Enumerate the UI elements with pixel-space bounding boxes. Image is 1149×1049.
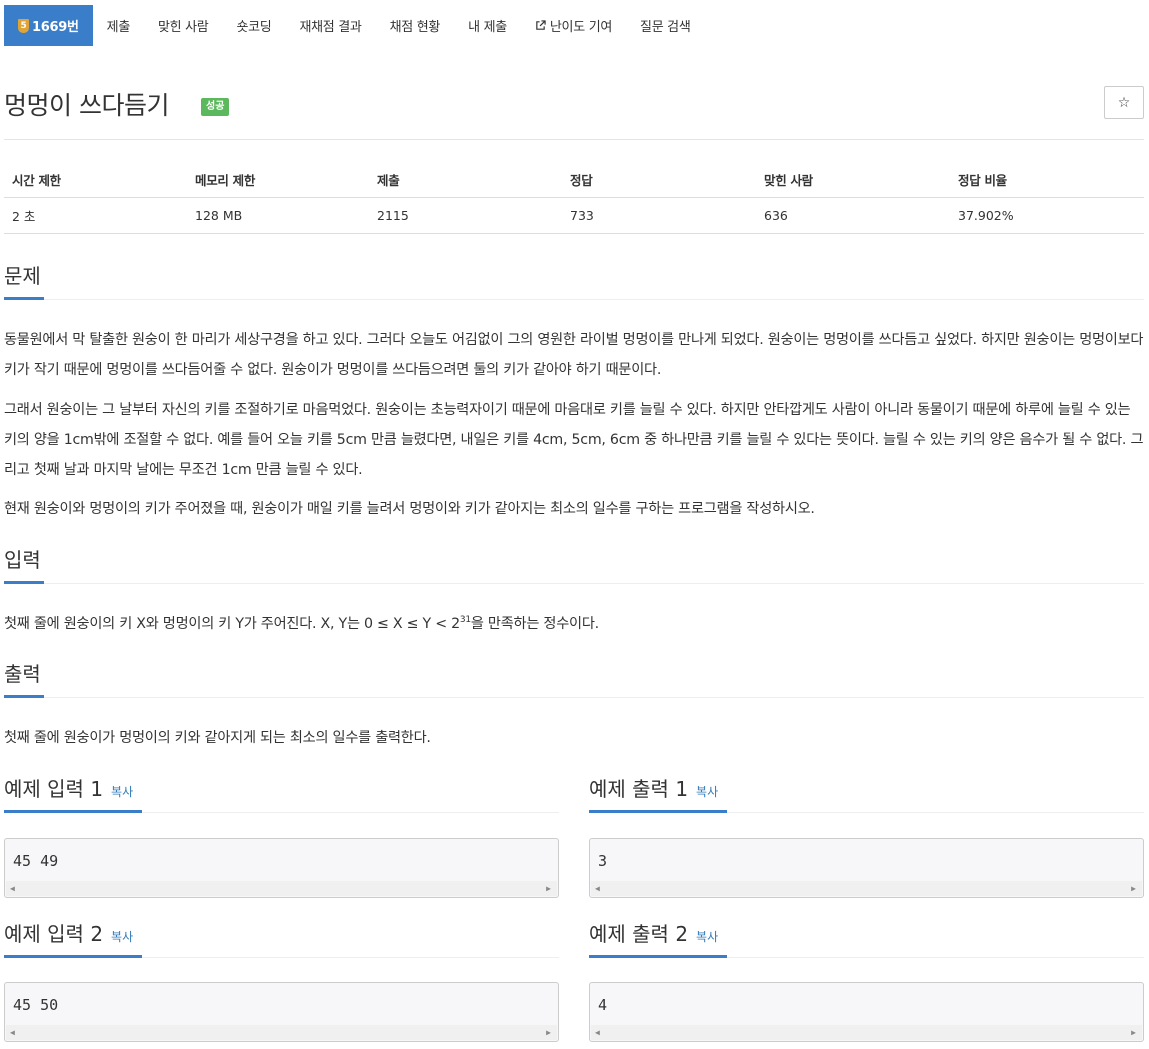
sample-output-2-header: 예제 출력 2 복사 <box>589 920 1144 958</box>
value-solved-users: 636 <box>756 197 950 234</box>
input-text-after: 을 만족하는 정수이다. <box>470 616 599 632</box>
tier-badge-icon: 5 <box>18 18 29 33</box>
copy-sample-input-2-button[interactable]: 복사 <box>111 930 133 944</box>
problem-nav-tabs: 5 1669번 제출 맞힌 사람 숏코딩 재채점 결과 채점 현황 내 제출 난… <box>4 5 1144 47</box>
tab-solved-users[interactable]: 맞힌 사람 <box>144 5 222 46</box>
header-submissions: 제출 <box>369 160 562 198</box>
scroll-left-icon[interactable]: ◀ <box>595 1028 600 1037</box>
sample-output-2-title: 예제 출력 2 <box>589 922 689 946</box>
problem-header: 멍멍이 쓰다듬기 성공 ☆ <box>4 84 1144 140</box>
input-text-before: 첫째 줄에 원숭이의 키 X와 멍멍이의 키 Y가 주어진다. X, Y는 0 … <box>4 616 460 632</box>
sample-output-1-code: 3 <box>598 852 608 870</box>
status-badge: 성공 <box>201 98 230 116</box>
scroll-right-icon[interactable]: ▶ <box>1131 884 1136 893</box>
tab-problem-number[interactable]: 5 1669번 <box>4 5 93 46</box>
sample-input-2-code: 45 50 <box>13 996 59 1014</box>
horizontal-scrollbar[interactable]: ◀ ▶ <box>591 881 1142 896</box>
sample-input-1-header: 예제 입력 1 복사 <box>4 775 559 813</box>
scroll-right-icon[interactable]: ▶ <box>546 1028 551 1037</box>
sample-input-1-title: 예제 입력 1 <box>4 777 104 801</box>
horizontal-scrollbar[interactable]: ◀ ▶ <box>6 1025 557 1040</box>
sample-output-2-title-wrap: 예제 출력 2 복사 <box>589 920 727 958</box>
problem-description-p2: 그래서 원숭이는 그 날부터 자신의 키를 조절하기로 마음먹었다. 원숭이는 … <box>4 402 1144 478</box>
tab-submit[interactable]: 제출 <box>93 5 144 46</box>
scroll-left-icon[interactable]: ◀ <box>595 884 600 893</box>
sample-input-2-title: 예제 입력 2 <box>4 922 104 946</box>
page-title: 멍멍이 쓰다듬기 <box>4 91 169 120</box>
copy-sample-output-1-button[interactable]: 복사 <box>696 785 718 799</box>
input-description: 첫째 줄에 원숭이의 키 X와 멍멍이의 키 Y가 주어진다. X, Y는 0 … <box>4 609 1144 639</box>
header-time-limit: 시간 제한 <box>4 160 187 198</box>
info-header-row: 시간 제한 메모리 제한 제출 정답 맞힌 사람 정답 비율 <box>4 160 1144 198</box>
tab-difficulty-label: 난이도 기여 <box>549 20 613 35</box>
scroll-right-icon[interactable]: ▶ <box>546 884 551 893</box>
problem-description-p1: 동물원에서 막 탈출한 원숭이 한 마리가 세상구경을 하고 있다. 그러다 오… <box>4 332 1144 378</box>
star-icon: ☆ <box>1117 94 1131 111</box>
sample-input-2-box[interactable]: 45 50 ◀ ▶ <box>4 982 559 1042</box>
header-accepted: 정답 <box>562 160 756 198</box>
value-accepted: 733 <box>562 197 756 234</box>
sample-input-1-title-wrap: 예제 입력 1 복사 <box>4 775 142 813</box>
tab-short-coding[interactable]: 숏코딩 <box>222 5 285 46</box>
tab-question-search[interactable]: 질문 검색 <box>626 5 704 46</box>
sample-output-2-code: 4 <box>598 996 608 1014</box>
problem-section-header: 문제 <box>4 262 1144 300</box>
header-solved-users: 맞힌 사람 <box>756 160 950 198</box>
sample-input-1-code: 45 49 <box>13 852 59 870</box>
sample-output-1-title: 예제 출력 1 <box>589 777 689 801</box>
horizontal-scrollbar[interactable]: ◀ ▶ <box>591 1025 1142 1040</box>
problem-info-table: 시간 제한 메모리 제한 제출 정답 맞힌 사람 정답 비율 2 초 128 M… <box>4 160 1144 234</box>
sample-output-1-title-wrap: 예제 출력 1 복사 <box>589 775 727 813</box>
problem-description-p3: 현재 원숭이와 멍멍이의 키가 주어졌을 때, 원숭이가 매일 키를 늘려서 멍… <box>4 501 815 517</box>
header-memory-limit: 메모리 제한 <box>187 160 369 198</box>
sample-output-1-box[interactable]: 3 ◀ ▶ <box>589 838 1144 898</box>
sample-output-1-header: 예제 출력 1 복사 <box>589 775 1144 813</box>
sample-input-1-box[interactable]: 45 49 ◀ ▶ <box>4 838 559 898</box>
scroll-right-icon[interactable]: ▶ <box>1131 1028 1136 1037</box>
info-value-row: 2 초 128 MB 2115 733 636 37.902% <box>4 197 1144 234</box>
horizontal-scrollbar[interactable]: ◀ ▶ <box>6 881 557 896</box>
sample-input-2-header: 예제 입력 2 복사 <box>4 920 559 958</box>
problem-section-title: 문제 <box>4 262 44 300</box>
tab-rejudge-results[interactable]: 재채점 결과 <box>285 5 375 46</box>
problem-number-label: 1669번 <box>32 20 79 35</box>
copy-sample-input-1-button[interactable]: 복사 <box>111 785 133 799</box>
scroll-left-icon[interactable]: ◀ <box>10 884 15 893</box>
copy-sample-output-2-button[interactable]: 복사 <box>696 930 718 944</box>
header-accept-ratio: 정답 비율 <box>950 160 1144 198</box>
input-section-title: 입력 <box>4 546 44 584</box>
tab-judge-status[interactable]: 채점 현황 <box>376 5 454 46</box>
value-accept-ratio: 37.902% <box>950 197 1144 234</box>
value-time-limit: 2 초 <box>4 197 187 234</box>
output-description: 첫째 줄에 원숭이가 멍멍이의 키와 같아지게 되는 최소의 일수를 출력한다. <box>4 730 431 746</box>
favorite-star-button[interactable]: ☆ <box>1104 86 1144 119</box>
external-link-icon <box>536 20 546 30</box>
output-section-title: 출력 <box>4 660 44 698</box>
value-memory-limit: 128 MB <box>187 197 369 234</box>
sample-input-2-title-wrap: 예제 입력 2 복사 <box>4 920 142 958</box>
input-section-header: 입력 <box>4 546 1144 584</box>
tab-my-submissions[interactable]: 내 제출 <box>454 5 521 46</box>
tab-difficulty-contribution[interactable]: 난이도 기여 <box>521 5 626 46</box>
input-text-exponent: 31 <box>459 615 471 625</box>
output-section-header: 출력 <box>4 660 1144 698</box>
sample-output-2-box[interactable]: 4 ◀ ▶ <box>589 982 1144 1042</box>
scroll-left-icon[interactable]: ◀ <box>10 1028 15 1037</box>
value-submissions: 2115 <box>369 197 562 234</box>
